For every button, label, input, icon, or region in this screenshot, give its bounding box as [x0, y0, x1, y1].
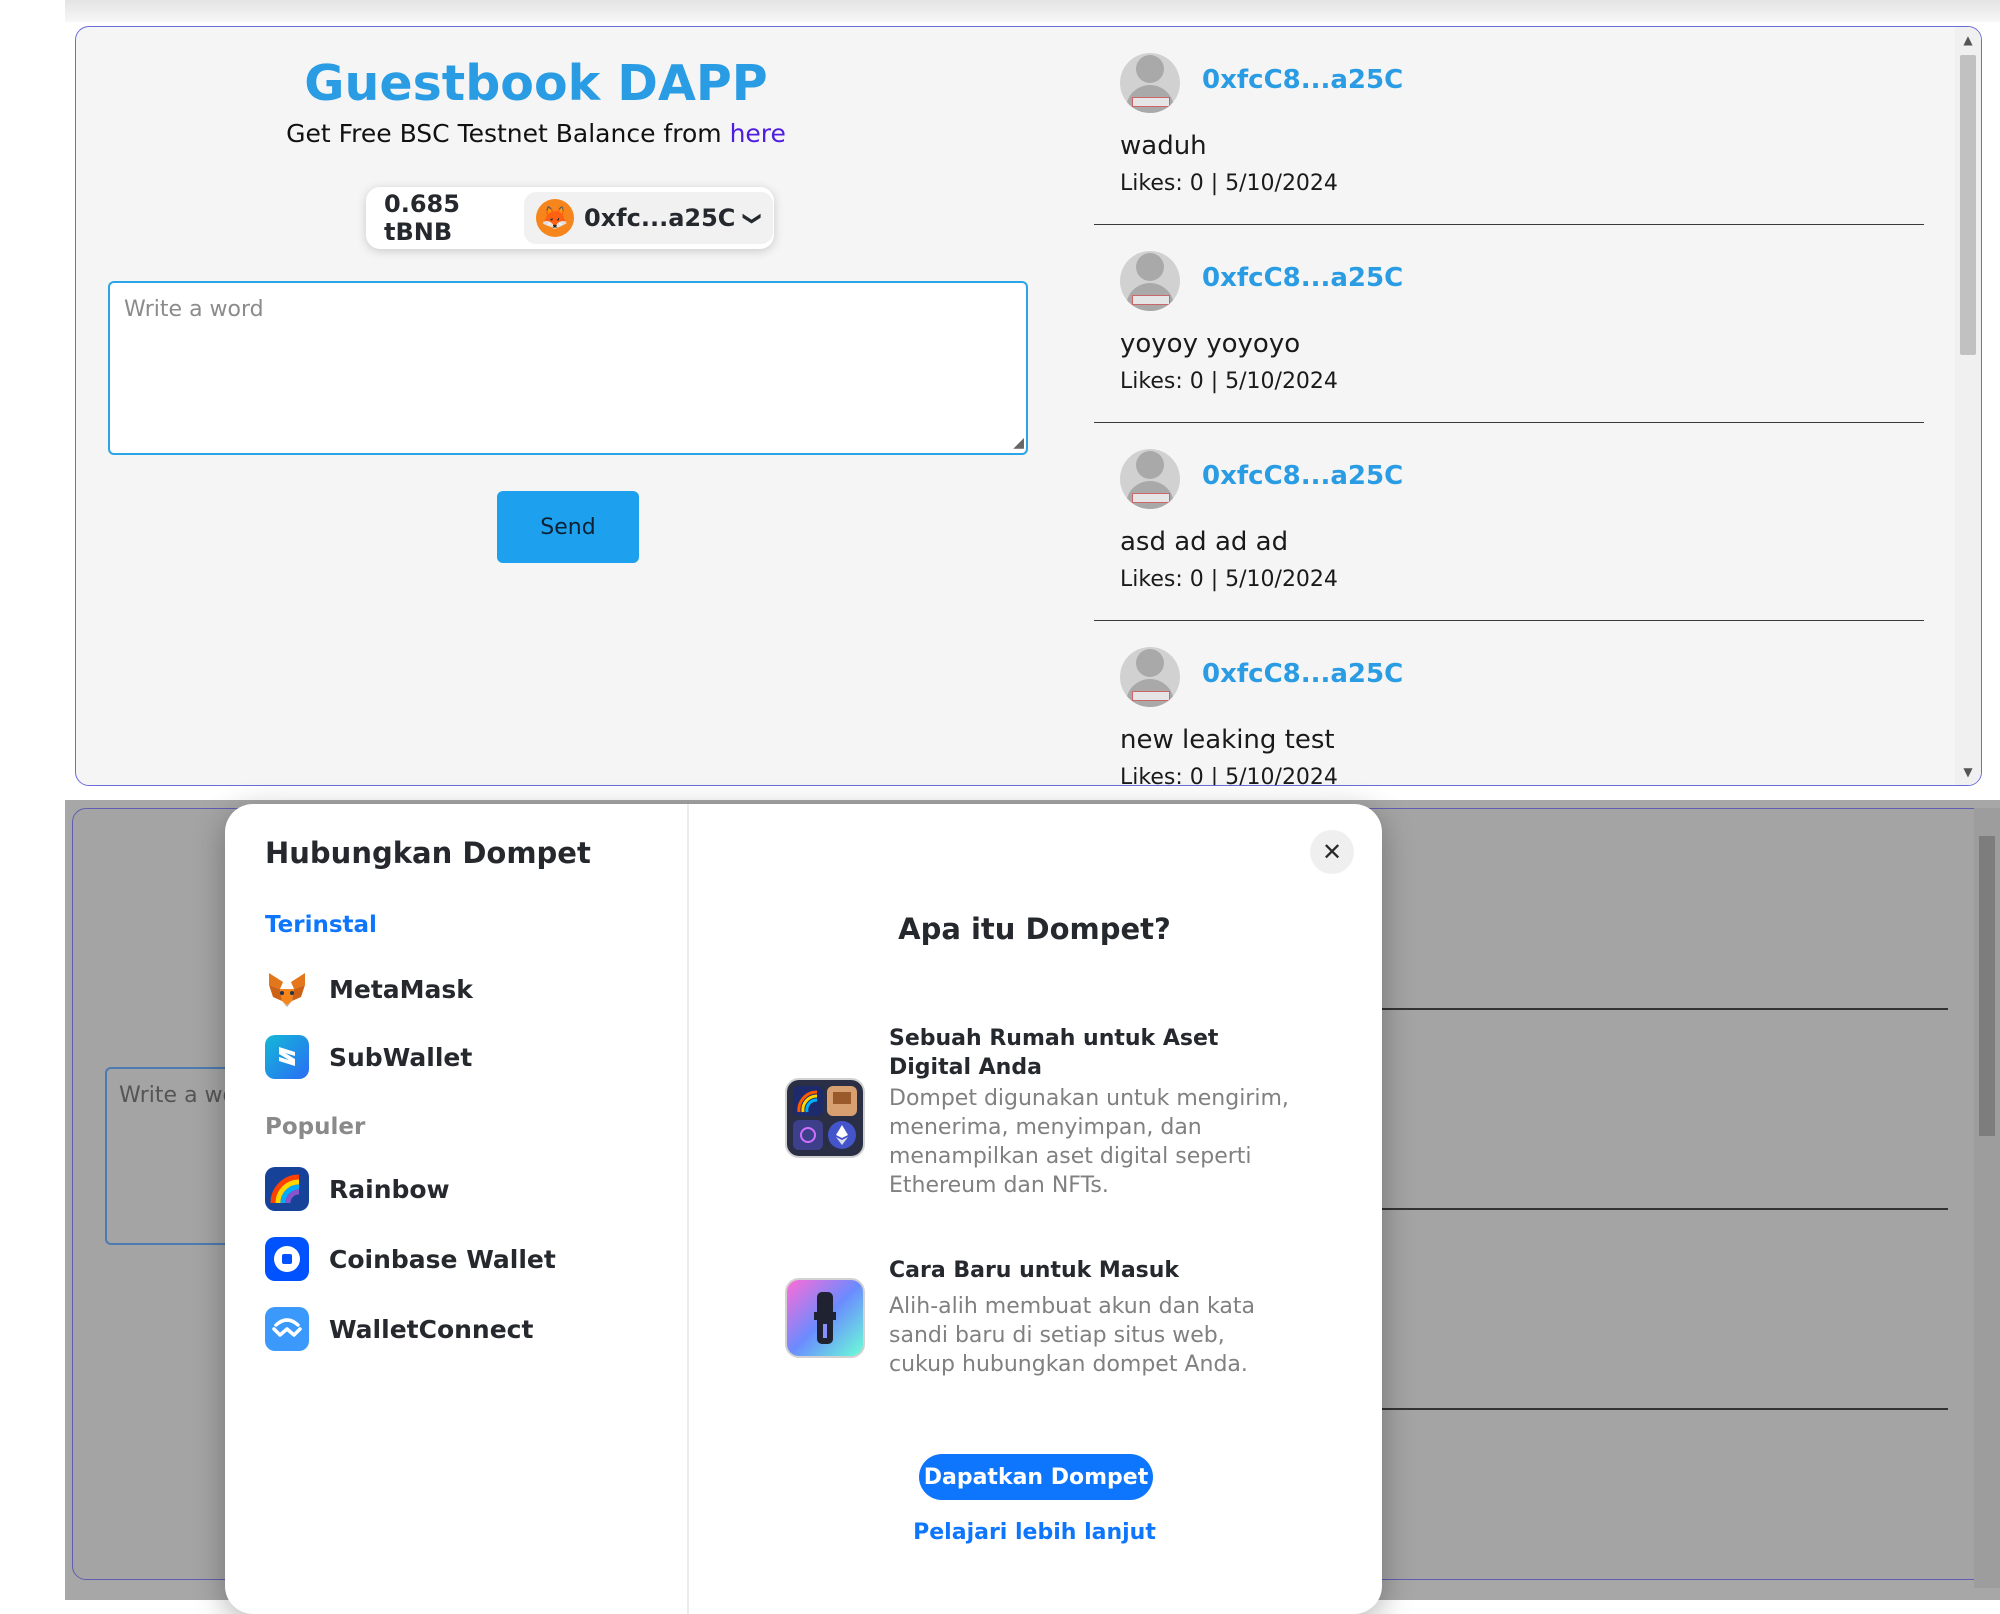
- message-address[interactable]: 0xfcC8...a25C: [1202, 65, 1403, 95]
- feature-description: Alih-alih membuat akun dan kata sandi ba…: [889, 1294, 1255, 1377]
- account-address: 0xfc...a25C: [584, 204, 736, 232]
- message-address[interactable]: 0xfcC8...a25C: [1202, 461, 1403, 491]
- wallet-option-walletconnect[interactable]: WalletConnect: [265, 1304, 533, 1354]
- dimmed-scrollbar: [1974, 808, 2000, 1588]
- wallet-name: Rainbow: [329, 1174, 450, 1204]
- installed-group-label: Terinstal: [265, 912, 377, 938]
- coinbase-icon: [265, 1237, 309, 1281]
- message-text: asd ad ad ad: [1120, 527, 1289, 557]
- message-list-scrollbar[interactable]: ▲ ▼: [1955, 27, 1981, 785]
- feature-digital-home: Sebuah Rumah untuk Aset Digital Anda Dom…: [785, 1024, 1289, 1214]
- guestbook-card: Guestbook DAPP Get Free BSC Testnet Bala…: [75, 26, 1982, 786]
- resize-handle-icon[interactable]: ◢: [1013, 435, 1024, 451]
- scrollbar-thumb[interactable]: [1960, 55, 1976, 355]
- dimmed-placeholder: Write a wo: [119, 1083, 237, 1108]
- metamask-icon: 🦊: [536, 199, 574, 237]
- message-text: waduh: [1120, 131, 1207, 161]
- wallet-name: SubWallet: [329, 1042, 473, 1072]
- wallet-option-subwallet[interactable]: SubWallet: [265, 1032, 472, 1082]
- feature-new-login: Cara Baru untuk Masuk Alih-alih membuat …: [785, 1256, 1255, 1406]
- message-item: 0xfcC8...a25C waduh Likes: 0 | 5/10/2024: [1094, 27, 1924, 225]
- page-margin: [0, 0, 65, 1600]
- chevron-down-icon: ❯: [742, 210, 764, 226]
- message-address[interactable]: 0xfcC8...a25C: [1202, 659, 1403, 689]
- feature-title: Cara Baru untuk Masuk: [889, 1258, 1180, 1283]
- message-item: 0xfcC8...a25C yoyoy yoyoyo Likes: 0 | 5/…: [1094, 225, 1924, 423]
- message-text: new leaking test: [1120, 725, 1335, 755]
- connected-wallet-pill: 0.685 tBNB 🦊 0xfc...a25C ❯: [366, 187, 774, 249]
- walletconnect-icon: [265, 1307, 309, 1351]
- subtitle-text: Get Free BSC Testnet Balance from: [286, 119, 730, 148]
- login-key-icon: [785, 1278, 865, 1358]
- digital-assets-icon: [785, 1078, 865, 1158]
- close-button[interactable]: ✕: [1310, 830, 1354, 874]
- wallet-name: MetaMask: [329, 974, 473, 1004]
- message-meta: Likes: 0 | 5/10/2024: [1120, 765, 1338, 785]
- wallet-option-metamask[interactable]: MetaMask: [265, 964, 473, 1014]
- scroll-up-icon[interactable]: ▲: [1955, 33, 1981, 47]
- avatar: [1120, 53, 1180, 113]
- account-button[interactable]: 🦊 0xfc...a25C ❯: [524, 192, 773, 244]
- message-list: 0xfcC8...a25C waduh Likes: 0 | 5/10/2024…: [1094, 27, 1924, 785]
- message-meta: Likes: 0 | 5/10/2024: [1120, 171, 1338, 196]
- app-viewport: Guestbook DAPP Get Free BSC Testnet Bala…: [65, 0, 2000, 800]
- send-button[interactable]: Send: [497, 491, 639, 563]
- wallet-name: Coinbase Wallet: [329, 1244, 556, 1274]
- subwallet-icon: [265, 1035, 309, 1079]
- message-meta: Likes: 0 | 5/10/2024: [1120, 567, 1338, 592]
- wallet-name: WalletConnect: [329, 1314, 534, 1344]
- message-address[interactable]: 0xfcC8...a25C: [1202, 263, 1403, 293]
- message-item: 0xfcC8...a25C asd ad ad ad Likes: 0 | 5/…: [1094, 423, 1924, 621]
- message-placeholder: Write a word: [124, 297, 264, 322]
- close-icon: ✕: [1321, 838, 1343, 866]
- wallet-option-rainbow[interactable]: Rainbow: [265, 1164, 450, 1214]
- message-text: yoyoy yoyoyo: [1120, 329, 1301, 359]
- faucet-subtitle: Get Free BSC Testnet Balance from here: [76, 119, 996, 148]
- wallet-balance[interactable]: 0.685 tBNB: [366, 190, 516, 246]
- feature-title: Sebuah Rumah untuk Aset Digital Anda: [889, 1026, 1219, 1080]
- get-wallet-button[interactable]: Dapatkan Dompet: [919, 1454, 1153, 1500]
- avatar: [1120, 449, 1180, 509]
- faucet-link[interactable]: here: [730, 119, 786, 148]
- page-title: Guestbook DAPP: [304, 55, 768, 112]
- message-item: 0xfcC8...a25C new leaking test Likes: 0 …: [1094, 621, 1924, 785]
- avatar: [1120, 251, 1180, 311]
- wallet-option-coinbase[interactable]: Coinbase Wallet: [265, 1234, 556, 1284]
- learn-more-link[interactable]: Pelajari lebih lanjut: [687, 1520, 1382, 1545]
- metamask-icon: [265, 967, 309, 1011]
- modal-title: Hubungkan Dompet: [265, 836, 591, 870]
- top-shadow: [65, 0, 2000, 22]
- info-title: Apa itu Dompet?: [898, 912, 1171, 946]
- avatar: [1120, 647, 1180, 707]
- feature-description: Dompet digunakan untuk mengirim, menerim…: [889, 1086, 1289, 1198]
- popular-group-label: Populer: [265, 1114, 366, 1140]
- rainbow-icon: [265, 1167, 309, 1211]
- scroll-down-icon[interactable]: ▼: [1955, 765, 1981, 779]
- connect-wallet-modal: Hubungkan Dompet Terinstal MetaMask SubW…: [225, 804, 1382, 1614]
- message-meta: Likes: 0 | 5/10/2024: [1120, 369, 1338, 394]
- message-input[interactable]: Write a word ◢: [108, 281, 1028, 455]
